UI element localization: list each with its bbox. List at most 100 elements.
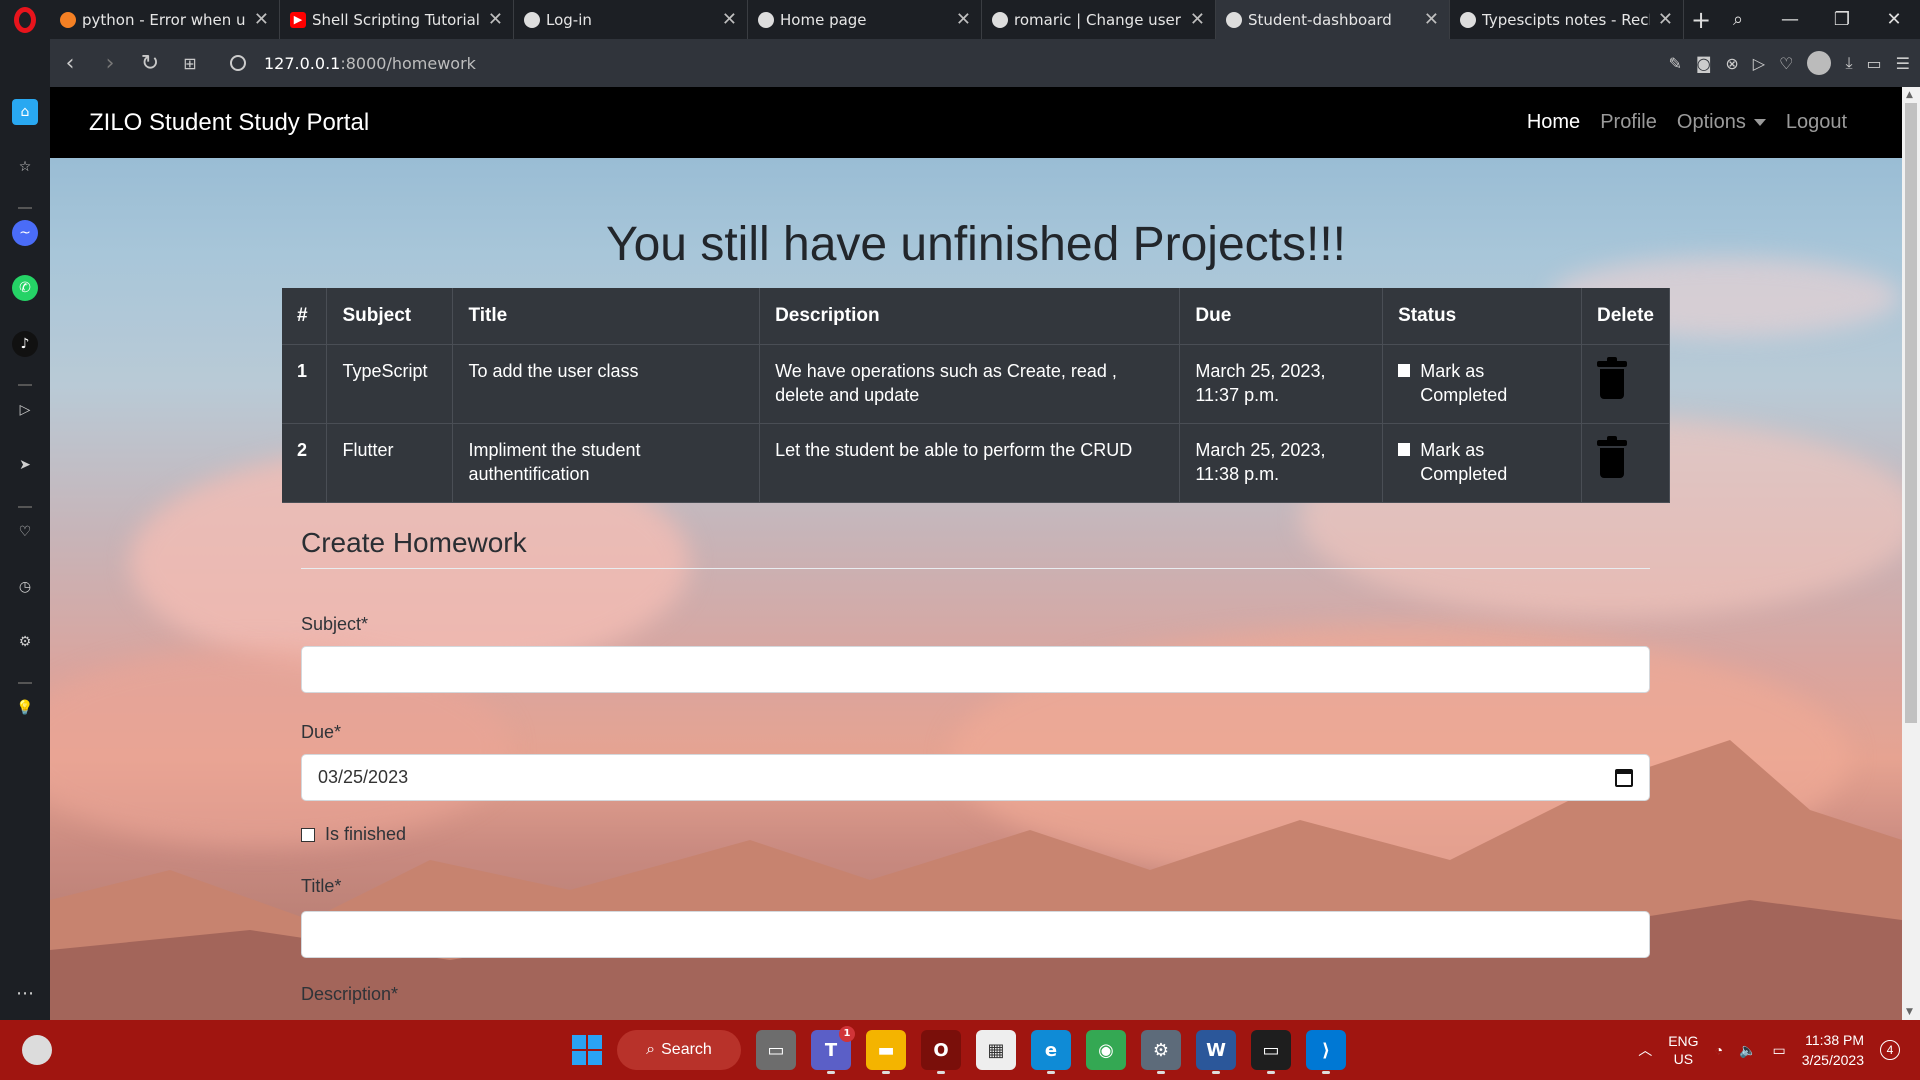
browser-tab[interactable]: romaric | Change user | D ✕ bbox=[982, 0, 1216, 39]
trash-icon[interactable] bbox=[1596, 356, 1627, 399]
close-tab-icon[interactable]: ✕ bbox=[488, 9, 503, 30]
browser-tab[interactable]: Typescipts notes - Reche ✕ bbox=[1450, 0, 1684, 39]
home-icon[interactable]: ⌂ bbox=[12, 99, 38, 125]
browser-tab[interactable]: Home page ✕ bbox=[748, 0, 982, 39]
opera-taskbar-icon[interactable]: O bbox=[921, 1030, 961, 1074]
settings-app-icon[interactable]: ⚙ bbox=[1141, 1030, 1181, 1074]
language-indicator[interactable]: ENG US bbox=[1668, 1032, 1698, 1068]
terminal-icon[interactable]: ▭ bbox=[1251, 1030, 1291, 1074]
camera-icon[interactable]: ◙ bbox=[1696, 54, 1712, 73]
close-tab-icon[interactable]: ✕ bbox=[956, 9, 971, 30]
vscode-icon[interactable]: ⟩ bbox=[1306, 1030, 1346, 1074]
messenger-icon[interactable]: ~ bbox=[12, 220, 38, 246]
toolbar-icons: ✎ ◙ ⊗ ▷ ♡ ⤓ ▭ ☰ bbox=[1668, 39, 1910, 87]
status-label: Mark as Completed bbox=[1420, 439, 1508, 484]
site-brand[interactable]: ZILO Student Study Portal bbox=[89, 109, 369, 137]
teams-icon[interactable]: T1 bbox=[811, 1026, 855, 1074]
send-icon[interactable]: ▷ bbox=[1753, 54, 1765, 73]
taskbar-search-button[interactable]: ⌕ Search bbox=[617, 1030, 741, 1070]
task-view-icon[interactable]: ▭ bbox=[756, 1030, 796, 1070]
weather-icon[interactable] bbox=[22, 1035, 52, 1065]
windows-taskbar: ⌕ Search ▭ T1 ▬ O ▦ e ◉ ⚙ W ▭ ⟩ ︿ ENG US ◔… bbox=[0, 1020, 1920, 1080]
restore-icon[interactable]: ❐ bbox=[1816, 9, 1868, 30]
block-icon[interactable]: ⊗ bbox=[1725, 54, 1738, 73]
scroll-down-icon[interactable]: ▼ bbox=[1906, 1007, 1913, 1017]
row-status: Mark as Completed bbox=[1382, 344, 1582, 424]
close-tab-icon[interactable]: ✕ bbox=[1658, 9, 1673, 30]
title-input[interactable] bbox=[301, 911, 1650, 958]
heart-icon[interactable]: ♡ bbox=[1779, 54, 1793, 73]
nav-profile-link[interactable]: Profile bbox=[1600, 111, 1657, 134]
row-description: Let the student be able to perform the C… bbox=[759, 423, 1181, 503]
browser-tab[interactable]: python - Error when usin ✕ bbox=[50, 0, 280, 39]
mark-completed-checkbox[interactable] bbox=[1398, 442, 1411, 456]
whatsapp-icon[interactable]: ✆ bbox=[12, 275, 38, 301]
more-icon[interactable]: ⋯ bbox=[12, 980, 38, 1006]
profile-avatar[interactable] bbox=[1807, 51, 1832, 75]
word-icon[interactable]: W bbox=[1196, 1030, 1236, 1074]
battery-tray-icon[interactable]: ▭ bbox=[1772, 1042, 1785, 1059]
globe-icon bbox=[758, 11, 774, 28]
forward-icon[interactable]: › bbox=[90, 51, 130, 76]
edge-icon[interactable]: e bbox=[1031, 1030, 1071, 1074]
player-icon[interactable]: ▷ bbox=[12, 397, 38, 423]
mark-completed-checkbox[interactable] bbox=[1398, 363, 1411, 377]
settings-icon[interactable]: ⚙ bbox=[12, 629, 38, 655]
download-icon[interactable]: ⤓ bbox=[1845, 53, 1852, 73]
tiktok-icon[interactable]: ♪ bbox=[12, 331, 38, 357]
due-date-input[interactable]: 03/25/2023 bbox=[301, 754, 1650, 801]
clock[interactable]: 11:38 PM 3/25/2023 bbox=[1802, 1030, 1864, 1070]
wifi-icon[interactable]: ◔ bbox=[1715, 1042, 1723, 1058]
pin-icon[interactable]: ☆ bbox=[12, 154, 38, 180]
ms-store-icon[interactable]: ▦ bbox=[976, 1030, 1016, 1070]
calendar-icon[interactable] bbox=[1615, 769, 1633, 787]
volume-icon[interactable]: 🔈 bbox=[1739, 1042, 1756, 1059]
send-sidebar-icon[interactable]: ➤ bbox=[12, 452, 38, 478]
edit-icon[interactable]: ✎ bbox=[1668, 54, 1681, 73]
nav-logout-link[interactable]: Logout bbox=[1786, 111, 1847, 134]
stackoverflow-icon bbox=[60, 11, 76, 28]
subject-input[interactable] bbox=[301, 646, 1650, 693]
site-navbar: ZILO Student Study Portal Home Profile O… bbox=[50, 87, 1902, 158]
address-bar: ‹ › ↻ ⊞ 127.0.0.1:8000/homework ✎ ◙ ⊗ ▷ … bbox=[50, 39, 1920, 87]
trash-icon[interactable] bbox=[1596, 435, 1627, 478]
tabs-grid-icon[interactable]: ⊞ bbox=[170, 54, 210, 73]
row-delete bbox=[1581, 344, 1671, 424]
settings-sliders-icon[interactable]: ☰ bbox=[1896, 54, 1910, 73]
notification-badge[interactable]: 4 bbox=[1880, 1040, 1900, 1060]
column-header: Description bbox=[759, 288, 1181, 345]
taskbar-apps: ⌕ Search ▭ T1 ▬ O ▦ e ◉ ⚙ W ▭ ⟩ bbox=[572, 1026, 1346, 1074]
browser-tab-active[interactable]: Student-dashboard ✕ bbox=[1216, 0, 1450, 39]
table-header-row: # Subject Title Description Due Status D… bbox=[282, 288, 1671, 345]
reload-icon[interactable]: ↻ bbox=[130, 51, 170, 76]
browser-tab[interactable]: Log-in ✕ bbox=[514, 0, 748, 39]
opera-menu-button[interactable] bbox=[0, 0, 50, 39]
battery-icon[interactable]: ▭ bbox=[1867, 54, 1882, 73]
nav-home-link[interactable]: Home bbox=[1527, 111, 1580, 134]
close-tab-icon[interactable]: ✕ bbox=[254, 9, 269, 30]
nav-options-dropdown[interactable]: Options bbox=[1677, 111, 1766, 134]
scrollbar-thumb[interactable] bbox=[1905, 103, 1917, 723]
row-subject: Flutter bbox=[326, 423, 454, 503]
chrome-icon[interactable]: ◉ bbox=[1086, 1030, 1126, 1070]
is-finished-row: Is finished bbox=[301, 824, 406, 845]
file-explorer-icon[interactable]: ▬ bbox=[866, 1030, 906, 1074]
close-window-icon[interactable]: ✕ bbox=[1868, 9, 1920, 30]
search-tabs-icon[interactable]: ⌕ bbox=[1712, 9, 1764, 30]
site-info-icon[interactable] bbox=[230, 55, 246, 71]
browser-tab[interactable]: ▶ Shell Scripting Tutorial | ✕ bbox=[280, 0, 514, 39]
url-field[interactable]: 127.0.0.1:8000/homework bbox=[230, 54, 476, 73]
minimize-icon[interactable]: — bbox=[1764, 9, 1816, 30]
is-finished-checkbox[interactable] bbox=[301, 827, 315, 842]
close-tab-icon[interactable]: ✕ bbox=[1424, 9, 1439, 30]
chevron-up-icon[interactable]: ︿ bbox=[1638, 1040, 1652, 1060]
back-icon[interactable]: ‹ bbox=[50, 51, 90, 76]
lightbulb-icon[interactable]: 💡 bbox=[12, 695, 38, 721]
heart-sidebar-icon[interactable]: ♡ bbox=[12, 519, 38, 545]
scroll-up-icon[interactable]: ▲ bbox=[1906, 90, 1913, 100]
close-tab-icon[interactable]: ✕ bbox=[722, 9, 737, 30]
windows-start-icon[interactable] bbox=[572, 1035, 602, 1065]
page-scrollbar[interactable]: ▲ ▼ bbox=[1902, 87, 1920, 1020]
close-tab-icon[interactable]: ✕ bbox=[1190, 9, 1205, 30]
history-icon[interactable]: ◷ bbox=[12, 574, 38, 600]
